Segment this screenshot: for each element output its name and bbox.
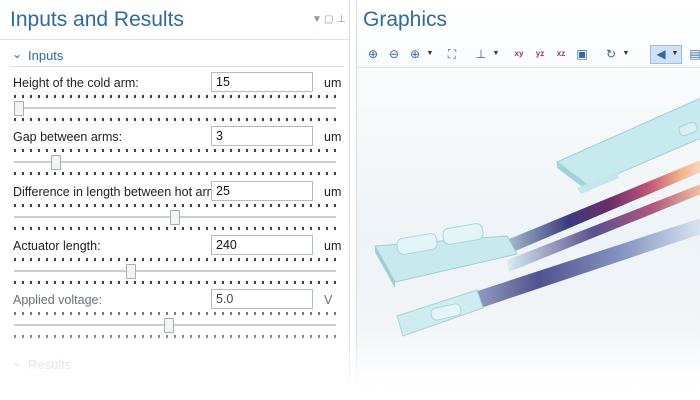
zoom-out-icon[interactable]: ⊖ — [386, 46, 402, 62]
speaker-icon[interactable]: ◀ — [653, 46, 669, 62]
slider-ticks — [14, 95, 336, 98]
param-label: Difference in length between hot arms: — [13, 185, 227, 199]
slider-track[interactable] — [14, 324, 336, 326]
chevron-down-icon[interactable]: ▼ — [622, 46, 630, 62]
zoom-box-icon[interactable]: ⊕ — [407, 46, 423, 62]
chevron-down-icon[interactable]: ▼ — [671, 46, 679, 62]
slider-ticks — [14, 118, 336, 121]
chevron-down-icon: ⌄ — [12, 47, 23, 61]
xz-plane-icon[interactable]: xz — [553, 46, 569, 62]
param-input[interactable] — [211, 235, 313, 255]
param-row: Height of the cold arm: um — [0, 72, 350, 126]
param-input[interactable] — [211, 181, 313, 201]
section-label: Results — [28, 357, 72, 372]
slider-ticks — [14, 149, 336, 152]
param-label: Actuator length: — [13, 239, 101, 253]
xy-plane-icon[interactable]: xy — [511, 46, 527, 62]
slider-thumb[interactable] — [51, 155, 62, 170]
graphics-toolbar: ⊕ ⊖ ⊕ ▼ ⛶ ⊥ ▼ xy yz xz ▣ ↻ ▼ ◀ ▼ ▤ — [357, 43, 700, 68]
param-row: Actuator length: um — [0, 235, 350, 289]
param-input[interactable] — [211, 126, 313, 146]
screenshot-icon[interactable]: ▤ — [687, 46, 700, 62]
yz-plane-icon[interactable]: yz — [532, 46, 548, 62]
param-label: Gap between arms: — [13, 130, 123, 144]
param-unit: um — [324, 130, 342, 144]
slider-thumb[interactable] — [14, 101, 24, 116]
graphics-panel: Graphics ⊕ ⊖ ⊕ ▼ ⛶ ⊥ ▼ xy yz xz ▣ ↻ ▼ ◀ … — [356, 0, 700, 400]
chevron-down-icon[interactable]: ▼ — [492, 46, 500, 62]
section-label: Inputs — [28, 48, 64, 63]
axis-orientation-icon[interactable]: ⊥ — [473, 46, 489, 62]
slider-thumb[interactable] — [170, 210, 180, 225]
slider-track[interactable] — [14, 161, 336, 163]
param-row: Difference in length between hot arms: um — [0, 181, 350, 235]
param-slider[interactable] — [14, 258, 336, 284]
rotate-icon[interactable]: ↻ — [603, 46, 619, 62]
slider-thumb[interactable] — [126, 264, 137, 279]
results-section-header[interactable]: ⌄ Results — [10, 354, 344, 374]
pin-icon[interactable]: ⊥ — [337, 14, 346, 25]
slider-ticks — [14, 335, 336, 338]
param-row: Applied voltage: V — [0, 289, 350, 343]
param-input[interactable] — [211, 289, 313, 309]
slider-ticks — [14, 172, 336, 175]
chevron-down-icon[interactable]: ▼ — [426, 46, 434, 62]
param-slider[interactable] — [14, 204, 336, 230]
view-3d-icon[interactable]: ▣ — [574, 46, 590, 62]
param-slider[interactable] — [14, 312, 336, 338]
param-unit: um — [324, 76, 342, 90]
inputs-results-panel: Inputs and Results ▼ ▢ ⊥ ⌄ Inputs Height… — [0, 0, 350, 400]
param-input[interactable] — [211, 72, 313, 92]
inputs-section-header[interactable]: ⌄ Inputs — [10, 46, 344, 67]
param-slider[interactable] — [14, 149, 336, 175]
slider-ticks — [14, 258, 336, 261]
panel-title: Inputs and Results — [10, 8, 184, 31]
slider-track[interactable] — [14, 107, 336, 109]
slider-ticks — [14, 312, 336, 315]
param-unit: V — [324, 293, 333, 307]
param-label: Height of the cold arm: — [13, 76, 139, 90]
zoom-in-icon[interactable]: ⊕ — [365, 46, 381, 62]
panel-menu-icon[interactable]: ▼ — [312, 14, 322, 25]
param-label: Applied voltage: — [13, 293, 102, 307]
graphics-canvas[interactable] — [357, 68, 700, 400]
chevron-down-icon: ⌄ — [12, 355, 23, 369]
zoom-extents-icon[interactable]: ⛶ — [444, 46, 460, 62]
maximize-icon[interactable]: ▢ — [324, 14, 333, 25]
graphics-title: Graphics — [363, 8, 448, 31]
slider-ticks — [14, 227, 336, 230]
slider-thumb[interactable] — [163, 318, 174, 333]
slider-ticks — [14, 204, 336, 207]
slider-ticks — [14, 281, 336, 284]
param-row: Gap between arms: um — [0, 126, 350, 180]
param-unit: um — [324, 239, 342, 253]
panel-header: Inputs and Results ▼ ▢ ⊥ — [0, 0, 350, 40]
param-unit: um — [324, 185, 342, 199]
slider-track[interactable] — [14, 270, 336, 272]
param-slider[interactable] — [14, 95, 336, 121]
